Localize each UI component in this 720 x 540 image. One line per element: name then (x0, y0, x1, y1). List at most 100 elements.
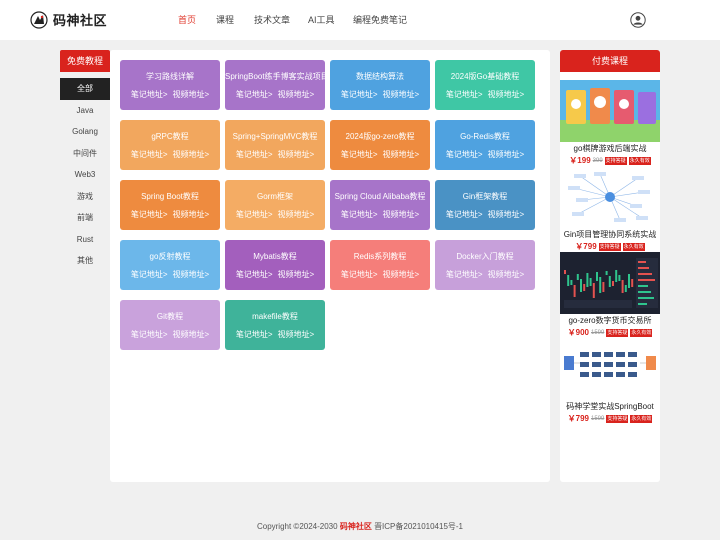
course-card[interactable]: Git教程 笔记地址> 视频地址> (120, 300, 220, 350)
note-link[interactable]: 笔记地址> (341, 209, 378, 220)
course-card[interactable]: 2024版go-zero教程笔记地址> 视频地址> (330, 120, 430, 170)
paid-course-name: 码神学堂实战SpringBoot (566, 402, 654, 411)
footer-brand-link[interactable]: 码神社区 (340, 522, 372, 531)
course-card-title: gRPC教程 (151, 132, 189, 141)
site-logo[interactable]: 码神社区 (30, 10, 107, 29)
course-card[interactable]: Spring+SpringMVC教程 笔记地址> 视频地址> (225, 120, 325, 170)
video-link[interactable]: 视频地址> (173, 269, 210, 280)
course-card-links: 笔记地址> 视频地址> (330, 269, 430, 280)
course-card[interactable]: Go-Redis教程 笔记地址> 视频地址> (435, 120, 535, 170)
course-card[interactable]: gRPC教程笔记地址> 视频地址> (120, 120, 220, 170)
category-item-2[interactable]: Golang (60, 121, 110, 143)
note-link[interactable]: 笔记地址> (131, 269, 168, 280)
video-link[interactable]: 视频地址> (383, 89, 420, 100)
price-original: 1599 (590, 415, 605, 422)
video-link[interactable]: 视频地址> (488, 269, 525, 280)
course-card-title: 学习路线详解 (146, 72, 194, 81)
video-link[interactable]: 视频地址> (278, 329, 315, 340)
category-item-3[interactable]: 中间件 (60, 143, 110, 165)
video-link[interactable]: 视频地址> (278, 149, 315, 160)
video-link[interactable]: 视频地址> (383, 269, 420, 280)
note-link[interactable]: 笔记地址> (236, 269, 273, 280)
category-item-7[interactable]: Rust (60, 229, 110, 251)
note-link[interactable]: 笔记地址> (236, 329, 273, 340)
video-link[interactable]: 视频地址> (488, 209, 525, 220)
course-card[interactable]: makefile教程笔记地址> 视频地址> (225, 300, 325, 350)
course-tag: 永久有效 (628, 156, 651, 165)
video-link[interactable]: 视频地址> (383, 149, 420, 160)
paid-course-item[interactable]: go-zero数字货币交易所 ￥900 1599 支持答疑 永久有效 (560, 252, 660, 338)
video-link[interactable]: 视频地址> (488, 89, 525, 100)
nav-item-0[interactable]: 首页 (178, 13, 196, 26)
price-original: 399 (592, 157, 603, 164)
course-card-links: 笔记地址> 视频地址> (435, 149, 535, 160)
footer-icp[interactable]: 晋ICP备2021010415号-1 (374, 522, 463, 531)
course-tag: 支持答疑 (606, 328, 629, 337)
course-card[interactable]: go反射教程 笔记地址> 视频地址> (120, 240, 220, 290)
note-link[interactable]: 笔记地址> (131, 209, 168, 220)
note-link[interactable]: 笔记地址> (236, 149, 273, 160)
course-card[interactable]: Spring Boot教程笔记地址> 视频地址> (120, 180, 220, 230)
note-link[interactable]: 笔记地址> (131, 329, 168, 340)
note-link[interactable]: 笔记地址> (446, 149, 483, 160)
video-link[interactable]: 视频地址> (383, 209, 420, 220)
user-avatar-icon[interactable] (630, 12, 646, 28)
course-card[interactable]: Docker入门教程 笔记地址> 视频地址> (435, 240, 535, 290)
nav-item-2[interactable]: 技术文章 (254, 13, 290, 26)
course-card[interactable]: Spring Cloud Alibaba教程 笔记地址> 视频地址> (330, 180, 430, 230)
course-card[interactable]: 学习路线详解笔记地址> 视频地址> (120, 60, 220, 110)
free-course-grid: 学习路线详解 笔记地址> 视频地址> SpringBoot练手博客实战项目 笔记地址> 视… (110, 50, 550, 482)
course-card[interactable]: Gin框架教程 笔记地址> 视频地址> (435, 180, 535, 230)
paid-course-item[interactable]: go棋牌游戏后端实战 ￥199 399 支持答疑 永久有效 (560, 80, 660, 166)
course-card[interactable]: 数据结构算法 笔记地址> 视频地址> (330, 60, 430, 110)
paid-course-item[interactable]: Gin项目管理协同系统实战 ￥799 支持答疑 永久有效 (560, 166, 660, 252)
note-link[interactable]: 笔记地址> (446, 89, 483, 100)
course-card[interactable]: Mybatis教程 笔记地址> 视频地址> (225, 240, 325, 290)
nav-item-4[interactable]: 编程免费笔记 (353, 13, 407, 26)
note-link[interactable]: 笔记地址> (446, 209, 483, 220)
video-link[interactable]: 视频地址> (278, 89, 315, 100)
video-link[interactable]: 视频地址> (173, 209, 210, 220)
course-card-links: 笔记地址> 视频地址> (435, 209, 535, 220)
course-card[interactable]: SpringBoot练手博客实战项目 笔记地址> 视频地址> (225, 60, 325, 110)
category-item-6[interactable]: 前端 (60, 207, 110, 229)
course-card-title: Spring Boot教程 (141, 192, 199, 201)
course-card-links: 笔记地址> 视频地址> (330, 89, 430, 100)
course-card-title: Redis系列教程 (353, 252, 407, 261)
course-card-title: 2024版go-zero教程 (345, 132, 415, 141)
video-link[interactable]: 视频地址> (278, 269, 315, 280)
course-card[interactable]: Redis系列教程笔记地址> 视频地址> (330, 240, 430, 290)
note-link[interactable]: 笔记地址> (341, 89, 378, 100)
video-link[interactable]: 视频地址> (173, 89, 210, 100)
video-link[interactable]: 视频地址> (173, 329, 210, 340)
category-item-0[interactable]: 全部 (60, 78, 110, 100)
nav-item-1[interactable]: 课程 (216, 13, 234, 26)
paid-course-item[interactable]: 码神学堂实战SpringBoot ￥799 1599 支持答疑 永久有效 (560, 338, 660, 424)
video-link[interactable]: 视频地址> (488, 149, 525, 160)
course-card-links: 笔记地址> 视频地址> (330, 209, 430, 220)
course-thumbnail (560, 166, 660, 228)
category-item-1[interactable]: Java (60, 100, 110, 122)
category-item-8[interactable]: 其他 (60, 250, 110, 272)
note-link[interactable]: 笔记地址> (341, 149, 378, 160)
paid-section-title: 付费课程 (560, 50, 660, 72)
category-item-4[interactable]: Web3 (60, 164, 110, 186)
course-card-links: 笔记地址> 视频地址> (435, 89, 535, 100)
course-card[interactable]: 2024版Go基础教程 笔记地址> 视频地址> (435, 60, 535, 110)
note-link[interactable]: 笔记地址> (131, 89, 168, 100)
note-link[interactable]: 笔记地址> (236, 89, 273, 100)
category-list: 全部 Java Golang 中间件 Web3 游戏 前端 Rust 其他 (60, 78, 110, 272)
nav-item-3[interactable]: AI工具 (308, 13, 335, 26)
category-item-5[interactable]: 游戏 (60, 186, 110, 208)
video-link[interactable]: 视频地址> (278, 209, 315, 220)
note-link[interactable]: 笔记地址> (341, 269, 378, 280)
note-link[interactable]: 笔记地址> (446, 269, 483, 280)
paid-course-name: go棋牌游戏后端实战 (573, 144, 647, 153)
note-link[interactable]: 笔记地址> (131, 149, 168, 160)
course-card[interactable]: Gorm框架 笔记地址> 视频地址> (225, 180, 325, 230)
site-name: 码神社区 (53, 13, 108, 28)
course-card-links: 笔记地址> 视频地址> (225, 269, 325, 280)
note-link[interactable]: 笔记地址> (236, 209, 273, 220)
course-card-title: makefile教程 (252, 312, 298, 321)
video-link[interactable]: 视频地址> (173, 149, 210, 160)
